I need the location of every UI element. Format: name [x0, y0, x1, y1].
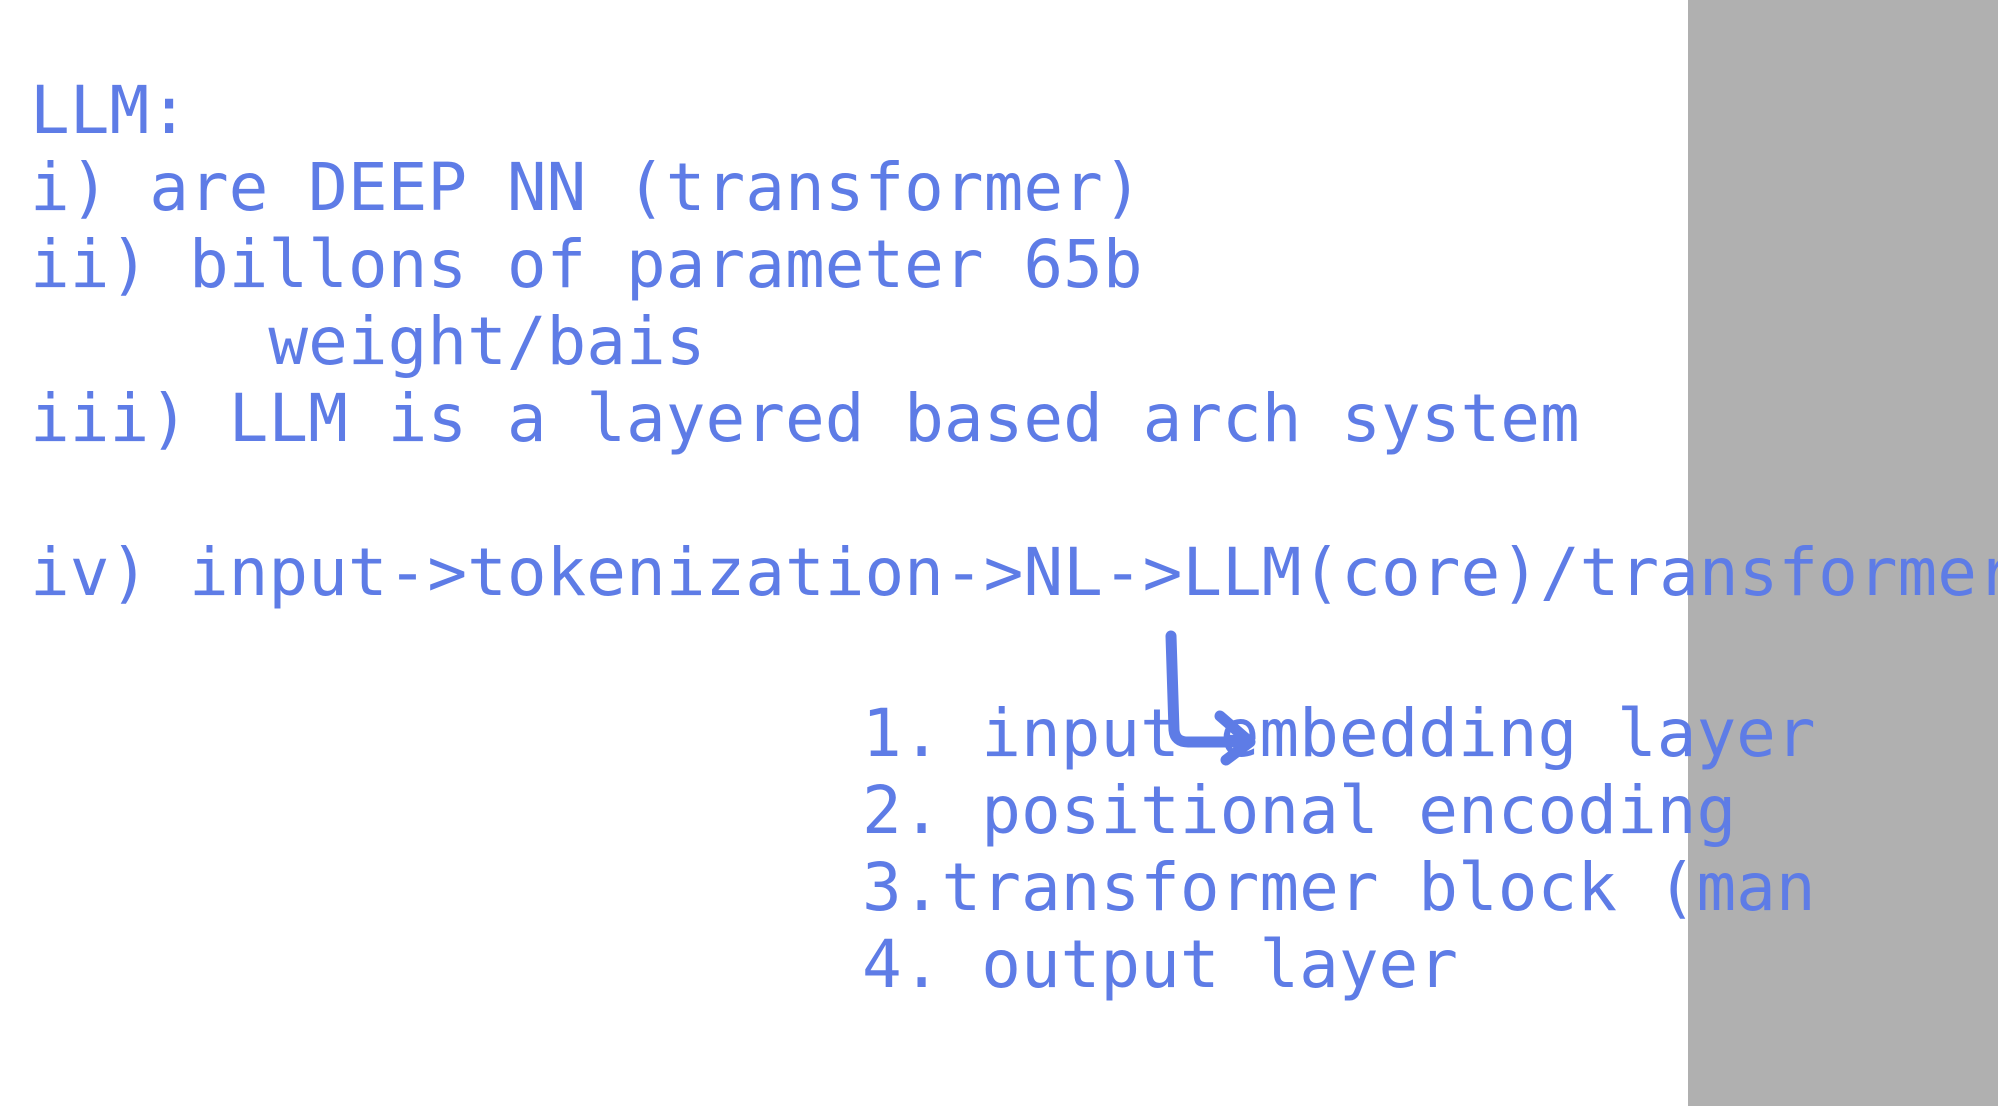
point-3-text: iii) LLM is a layered based arch system [30, 380, 1580, 457]
layer-item-4: 4. output layer [862, 926, 1459, 1003]
layer-item-2: 2. positional encoding [862, 772, 1737, 849]
point-2-subtext: weight/bais [30, 303, 706, 380]
point-1-text: i) are DEEP NN (transformer) [30, 149, 1143, 226]
layer-item-1: 1. input embedding layer [862, 695, 1816, 772]
curved-arrow-down-right-icon [1165, 630, 1256, 766]
layer-item-3: 3.transformer block (man [862, 849, 1816, 926]
notes-heading: LLM: [30, 72, 189, 149]
point-2-text: ii) billons of parameter 65b [30, 226, 1143, 303]
note-canvas: LLM: i) are DEEP NN (transformer) ii) bi… [0, 0, 1998, 1106]
point-4-text: iv) input->tokenization->NL->LLM(core)/t… [30, 534, 1998, 611]
